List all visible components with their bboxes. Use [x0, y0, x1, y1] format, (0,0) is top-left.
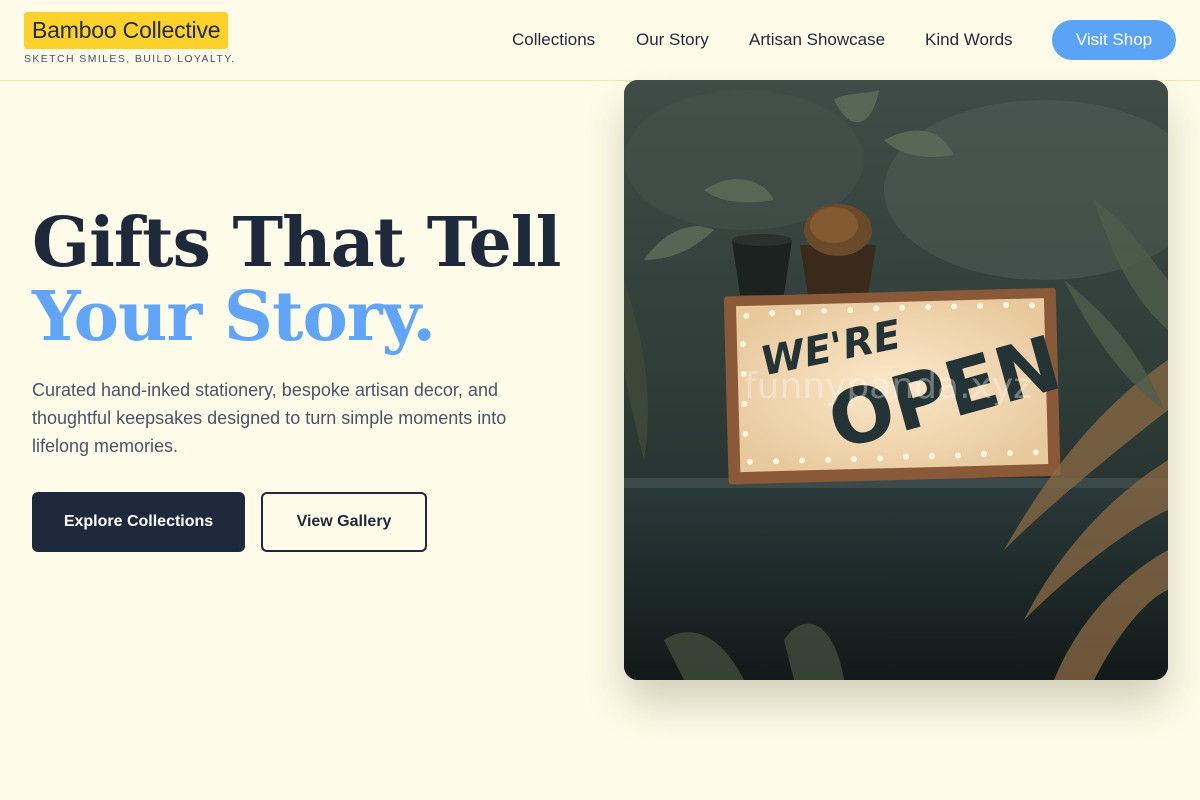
hero-image: WE'RE OPEN funnypanda.xyz [624, 80, 1168, 680]
open-sign-photo: WE'RE OPEN funnypanda.xyz [624, 80, 1168, 680]
hero-description: Curated hand-inked stationery, bespoke a… [32, 380, 507, 456]
view-gallery-button[interactable]: View Gallery [261, 492, 427, 552]
hero-headline-line1: Gifts That Tell [32, 203, 561, 283]
nav-link-kind-words[interactable]: Kind Words [925, 30, 1013, 50]
main-nav: Collections Our Story Artisan Showcase K… [0, 0, 1200, 80]
visit-shop-button[interactable]: Visit Shop [1052, 20, 1176, 60]
site-header: Bamboo Collective SKETCH SMILES, BUILD L… [0, 0, 1200, 81]
nav-link-our-story[interactable]: Our Story [636, 30, 709, 50]
hero-headline-line2: Your Story. [32, 277, 436, 357]
image-watermark: funnypanda.xyz [744, 366, 1032, 407]
explore-collections-button[interactable]: Explore Collections [32, 492, 245, 552]
nav-link-artisan-showcase[interactable]: Artisan Showcase [749, 30, 885, 50]
hero-headline: Gifts That Tell Your Story. [32, 203, 561, 357]
nav-link-collections[interactable]: Collections [512, 30, 595, 50]
